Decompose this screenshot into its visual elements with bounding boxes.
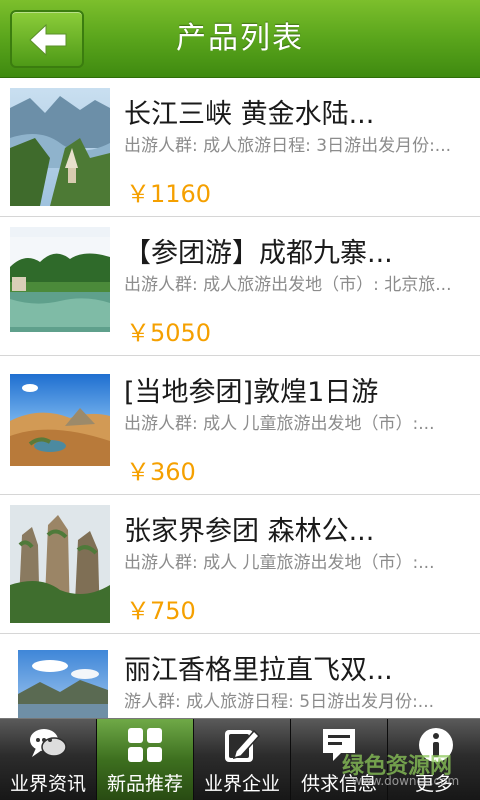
bottom-tab-bar: 业界资讯 新品推荐 业界企业 供求信息 更多 — [0, 718, 480, 800]
edit-note-icon — [225, 729, 261, 762]
product-list[interactable]: 长江三峡 黄金水陆... 出游人群: 成人旅游日程: 3日游出发月份:... ￥… — [0, 78, 480, 718]
tab-label: 新品推荐 — [106, 773, 183, 795]
tab-new-products[interactable]: 新品推荐 — [97, 719, 193, 800]
tab-industry-companies[interactable]: 业界企业 — [194, 719, 290, 800]
product-price: ￥5050 — [126, 319, 212, 347]
product-desc: 出游人群: 成人 儿童旅游出发地（市）:... — [124, 553, 435, 573]
product-desc: 出游人群: 成人 儿童旅游出发地（市）:... — [124, 414, 435, 434]
product-desc: 出游人群: 成人旅游日程: 3日游出发月份:... — [124, 136, 452, 156]
product-title: 丽江香格里拉直飞双... — [124, 655, 393, 686]
tab-supply-demand[interactable]: 供求信息 — [291, 719, 387, 800]
zhangjiajie-image — [10, 505, 110, 623]
info-icon — [419, 728, 453, 762]
list-item[interactable]: 长江三峡 黄金水陆... 出游人群: 成人旅游日程: 3日游出发月份:... ￥… — [0, 78, 480, 217]
product-price: ￥750 — [126, 597, 196, 625]
lijiang-image — [10, 644, 110, 718]
grid-squares-icon — [128, 728, 162, 762]
tab-more[interactable]: 更多 — [388, 719, 480, 800]
header-bar: 产品列表 — [0, 0, 480, 78]
list-item[interactable]: 丽江香格里拉直飞双... 游人群: 成人旅游日程: 5日游出发月份:... — [0, 634, 480, 718]
message-box-icon — [323, 729, 355, 761]
tab-label: 更多 — [414, 773, 453, 795]
list-item[interactable]: [当地参团]敦煌1日游 出游人群: 成人 儿童旅游出发地（市）:... ￥360 — [0, 356, 480, 495]
list-item[interactable]: 张家界参团 森林公... 出游人群: 成人 儿童旅游出发地（市）:... ￥75… — [0, 495, 480, 634]
page-title: 产品列表 — [176, 21, 304, 56]
product-title: [当地参团]敦煌1日游 — [124, 377, 379, 408]
product-price: ￥1160 — [126, 180, 212, 208]
product-price: ￥360 — [126, 458, 196, 486]
list-item[interactable]: 【参团游】成都九寨... 出游人群: 成人旅游出发地（市）: 北京旅... ￥5… — [0, 217, 480, 356]
speech-bubbles-icon — [30, 729, 67, 757]
product-desc: 出游人群: 成人旅游出发地（市）: 北京旅... — [124, 275, 452, 295]
product-title: 张家界参团 森林公... — [124, 516, 375, 547]
screen: 产品列表 长江三峡 黄金水陆... 出游人群: 成人旅游日程: 3日游出发月份:… — [0, 0, 480, 800]
jiuzhai-image — [10, 227, 110, 345]
tab-label: 业界资讯 — [9, 773, 86, 795]
product-title: 【参团游】成都九寨... — [124, 238, 393, 269]
three-gorges-image — [10, 88, 110, 206]
tab-industry-news[interactable]: 业界资讯 — [0, 719, 96, 800]
tab-label: 供求信息 — [300, 773, 377, 795]
tab-label: 业界企业 — [203, 773, 280, 795]
product-desc: 游人群: 成人旅游日程: 5日游出发月份:... — [124, 692, 435, 712]
dunhuang-image — [10, 366, 110, 484]
product-title: 长江三峡 黄金水陆... — [124, 99, 375, 130]
